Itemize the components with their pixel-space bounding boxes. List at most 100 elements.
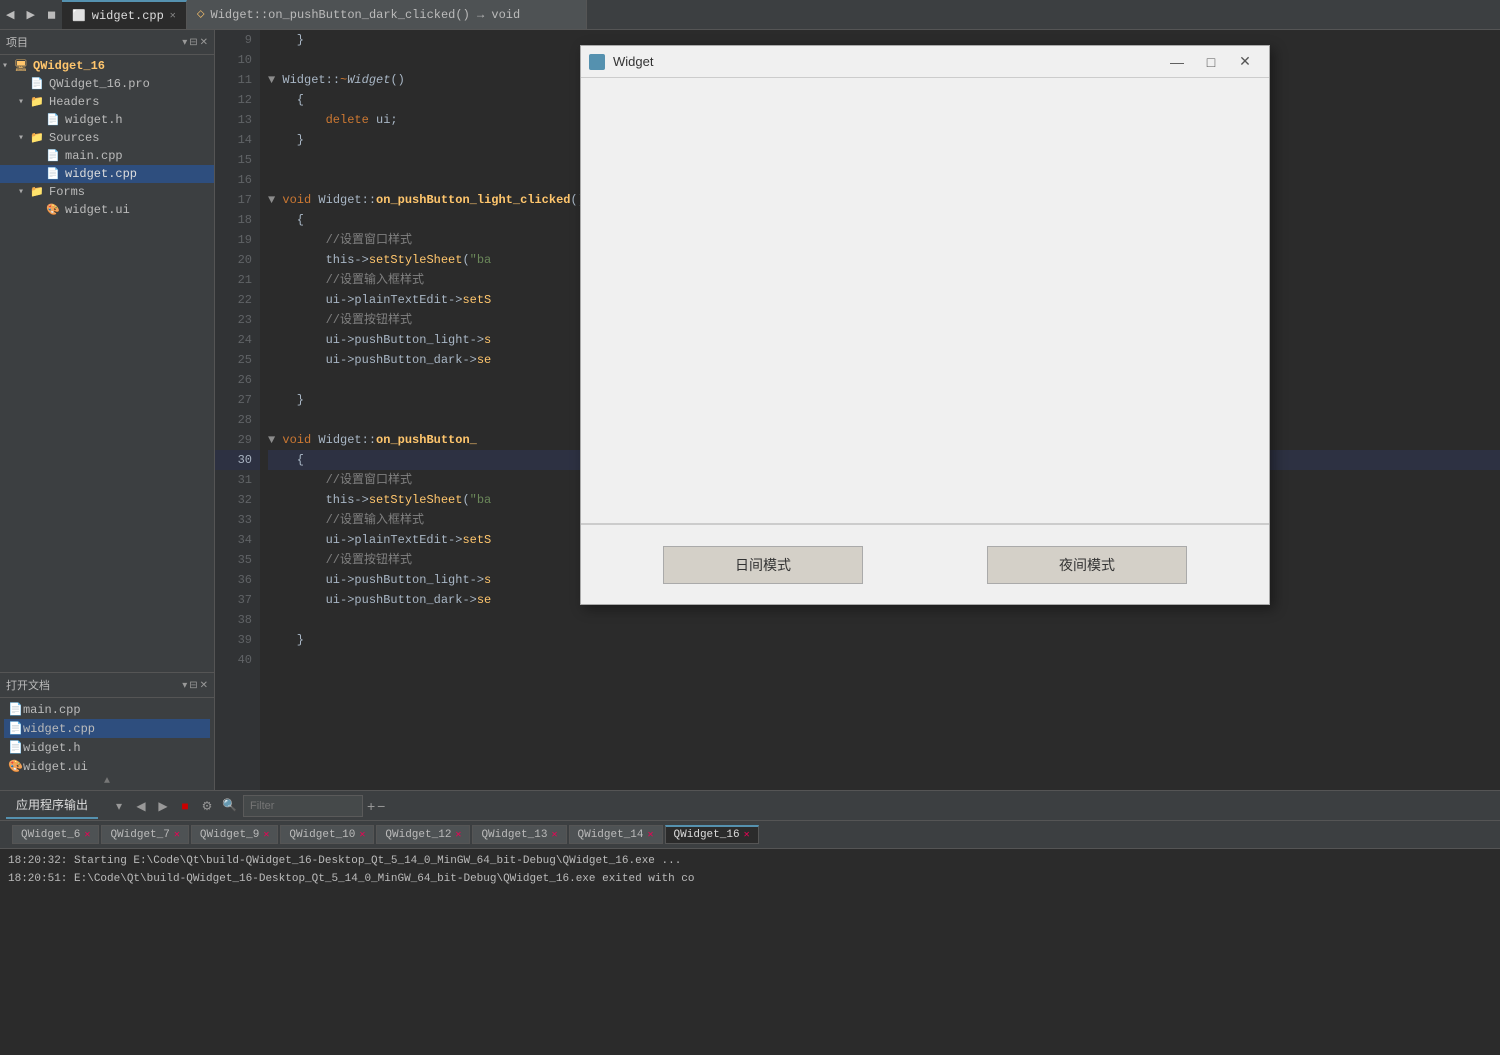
tree-label-widgeth: widget.h: [65, 113, 123, 127]
tree-item-widgetui[interactable]: ▸ 🎨 widget.ui: [0, 201, 214, 219]
tab-widget-cpp-close[interactable]: ✕: [170, 10, 176, 22]
output-tabs: QWidget_6 ✕ QWidget_7 ✕ QWidget_9 ✕ QWid…: [4, 825, 767, 844]
output-tab-qwidget16[interactable]: QWidget_16 ✕: [665, 825, 759, 844]
bottom-toolbar: ▾ ◀ ▶ ■ ⚙ 🔍 + −: [110, 795, 385, 817]
output-tab-qwidget16-label: QWidget_16: [674, 829, 740, 841]
zoom-in-button[interactable]: +: [367, 798, 375, 814]
open-docs-title: 打开文档: [6, 677, 50, 693]
widget-dark-mode-button[interactable]: 夜间模式: [987, 546, 1187, 584]
bottom-toolbar-fwd[interactable]: ▶: [154, 797, 172, 815]
tree-item-maincpp[interactable]: ▸ 📄 main.cpp: [0, 147, 214, 165]
tree-label-widgetui: widget.ui: [65, 203, 130, 217]
open-docs-controls: ▾ ⊟ ✕: [182, 680, 208, 691]
bottom-toolbar-pin[interactable]: ▾: [110, 797, 128, 815]
pro-icon: 📄: [30, 77, 46, 91]
tree-label-pro: QWidget_16.pro: [49, 77, 150, 91]
widget-minimize-button[interactable]: —: [1161, 50, 1193, 74]
tab-signal[interactable]: ⬦ Widget::on_pushButton_dark_clicked() →…: [187, 0, 587, 29]
open-docs-panel: 打开文档 ▾ ⊟ ✕ 📄 main.cpp 📄 widget.cpp: [0, 672, 214, 772]
tree-label-maincpp: main.cpp: [65, 149, 123, 163]
content-area: 项目 ▾ ⊟ ✕ ▾ 🖥 QWidget_16 ▸ 📄 QWi: [0, 30, 1500, 790]
project-icon: 🖥: [14, 59, 30, 73]
sidebar-ctrl-pin[interactable]: ▾: [182, 37, 187, 48]
tree-item-widgeth[interactable]: ▸ 📄 widget.h: [0, 111, 214, 129]
ui-icon: 🎨: [46, 203, 62, 217]
open-doc-widgeth[interactable]: 📄 widget.h: [4, 738, 210, 757]
open-docs-header: 打开文档 ▾ ⊟ ✕: [0, 673, 214, 698]
output-tab-qwidget14-close[interactable]: ✕: [648, 829, 654, 841]
output-tab-qwidget13[interactable]: QWidget_13 ✕: [472, 825, 566, 844]
od-widgetcpp-label: widget.cpp: [23, 722, 95, 736]
output-tab-qwidget10[interactable]: QWidget_10 ✕: [280, 825, 374, 844]
nav-fwd-button[interactable]: ▶: [20, 0, 40, 29]
line-numbers: 9 10 11 12 13 14 15 16 17 18 19 20 21 22…: [215, 30, 260, 790]
tree-label-headers: Headers: [49, 95, 99, 109]
nav-stop-button[interactable]: ◼: [41, 0, 62, 29]
output-tab-qwidget16-close[interactable]: ✕: [744, 829, 750, 841]
tab-widget-cpp[interactable]: ⬜ widget.cpp ✕: [62, 0, 187, 29]
widget-content: [581, 78, 1269, 524]
headers-folder-icon: 📁: [30, 95, 46, 109]
widget-maximize-button[interactable]: □: [1195, 50, 1227, 74]
output-tab-qwidget6-close[interactable]: ✕: [84, 829, 90, 841]
open-doc-maincpp[interactable]: 📄 main.cpp: [4, 700, 210, 719]
zoom-out-button[interactable]: −: [377, 798, 385, 814]
widget-light-mode-button[interactable]: 日间模式: [663, 546, 863, 584]
output-tab-qwidget12-close[interactable]: ✕: [455, 829, 461, 841]
editor-area: 9 10 11 12 13 14 15 16 17 18 19 20 21 22…: [215, 30, 1500, 790]
output-tab-qwidget14-label: QWidget_14: [578, 829, 644, 841]
open-docs-ctrl-pin[interactable]: ▾: [182, 680, 187, 691]
tree-label-qwidget16: QWidget_16: [33, 59, 105, 73]
output-tab-qwidget13-close[interactable]: ✕: [551, 829, 557, 841]
filter-input[interactable]: [243, 795, 363, 817]
arrow-qwidget16: ▾: [2, 60, 14, 72]
sidebar-title: 项目: [6, 34, 28, 50]
forms-folder-icon: 📁: [30, 185, 46, 199]
widget-title: Widget: [613, 54, 1161, 69]
tree-item-pro[interactable]: ▸ 📄 QWidget_16.pro: [0, 75, 214, 93]
output-tab-qwidget7-close[interactable]: ✕: [174, 829, 180, 841]
tree-label-forms: Forms: [49, 185, 85, 199]
tree-item-widgetcpp[interactable]: ▸ 📄 widget.cpp: [0, 165, 214, 183]
output-tab-qwidget9[interactable]: QWidget_9 ✕: [191, 825, 278, 844]
tree-item-forms[interactable]: ▾ 📁 Forms: [0, 183, 214, 201]
output-tab-qwidget13-label: QWidget_13: [481, 829, 547, 841]
sidebar-controls: ▾ ⊟ ✕: [182, 37, 208, 48]
output-tab-qwidget10-close[interactable]: ✕: [359, 829, 365, 841]
output-tabs-row: QWidget_6 ✕ QWidget_7 ✕ QWidget_9 ✕ QWid…: [0, 821, 1500, 849]
output-line-1: 18:20:32: Starting E:\Code\Qt\build-QWid…: [8, 853, 1492, 871]
widget-window-icon: [589, 54, 605, 70]
widget-titlebar: Widget — □ ✕: [581, 46, 1269, 78]
output-tab-qwidget7-label: QWidget_7: [110, 829, 169, 841]
tree-item-sources[interactable]: ▾ 📁 Sources: [0, 129, 214, 147]
sidebar: 项目 ▾ ⊟ ✕ ▾ 🖥 QWidget_16 ▸ 📄 QWi: [0, 30, 215, 790]
bottom-toolbar-gear[interactable]: ⚙: [198, 797, 216, 815]
sidebar-scroll-up[interactable]: ▲: [0, 772, 214, 790]
output-tab-qwidget6-label: QWidget_6: [21, 829, 80, 841]
od-maincpp-icon: 📄: [8, 702, 23, 717]
sidebar-ctrl-close[interactable]: ✕: [200, 37, 208, 48]
widgetcpp-icon: 📄: [46, 167, 62, 181]
output-tab-qwidget12[interactable]: QWidget_12 ✕: [376, 825, 470, 844]
open-docs-ctrl-close[interactable]: ✕: [200, 680, 208, 691]
od-maincpp-label: main.cpp: [23, 703, 81, 717]
arrow-forms: ▾: [18, 186, 30, 198]
sidebar-ctrl-split[interactable]: ⊟: [189, 37, 197, 48]
tree-item-qwidget16[interactable]: ▾ 🖥 QWidget_16: [0, 57, 214, 75]
widget-controls: — □ ✕: [1161, 50, 1261, 74]
widget-close-button[interactable]: ✕: [1229, 50, 1261, 74]
nav-back-button[interactable]: ◀: [0, 0, 20, 29]
tree-item-headers[interactable]: ▾ 📁 Headers: [0, 93, 214, 111]
bottom-tab-output[interactable]: 应用程序输出: [6, 792, 98, 819]
output-tab-qwidget14[interactable]: QWidget_14 ✕: [569, 825, 663, 844]
code-line-38: [268, 610, 1500, 630]
bottom-toolbar-back[interactable]: ◀: [132, 797, 150, 815]
bottom-toolbar-stop[interactable]: ■: [176, 797, 194, 815]
output-tab-qwidget9-close[interactable]: ✕: [263, 829, 269, 841]
output-tab-qwidget7[interactable]: QWidget_7 ✕: [101, 825, 188, 844]
output-tab-qwidget6[interactable]: QWidget_6 ✕: [12, 825, 99, 844]
open-doc-widgetcpp[interactable]: 📄 widget.cpp: [4, 719, 210, 738]
open-docs-ctrl-split[interactable]: ⊟: [189, 680, 197, 691]
tree-label-widgetcpp: widget.cpp: [65, 167, 137, 181]
widget-footer: 日间模式 夜间模式: [581, 524, 1269, 604]
